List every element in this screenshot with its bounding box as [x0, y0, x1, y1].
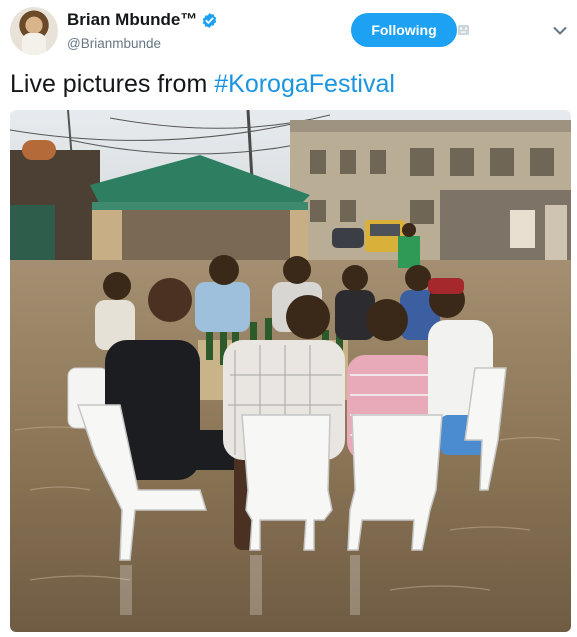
author-name-row: Brian Mbunde™ [67, 10, 218, 30]
author-display-name[interactable]: Brian Mbunde™ [67, 10, 197, 30]
avatar[interactable] [10, 7, 58, 55]
author-handle[interactable]: @Brianmbunde [67, 36, 161, 51]
muted-icon[interactable] [458, 25, 469, 35]
following-button[interactable]: Following [351, 13, 457, 47]
tweet-text: Live pictures from #KorogaFestival [10, 70, 395, 99]
tweet-photo[interactable] [10, 110, 571, 632]
chevron-down-icon[interactable] [553, 26, 567, 36]
tweet-header: Brian Mbunde™ @Brianmbunde Following [0, 0, 577, 64]
verified-badge-icon [201, 12, 218, 29]
tweet-text-body: Live pictures from [10, 70, 215, 98]
hashtag-link[interactable]: #KorogaFestival [214, 70, 395, 98]
photo-illustration [10, 110, 571, 632]
